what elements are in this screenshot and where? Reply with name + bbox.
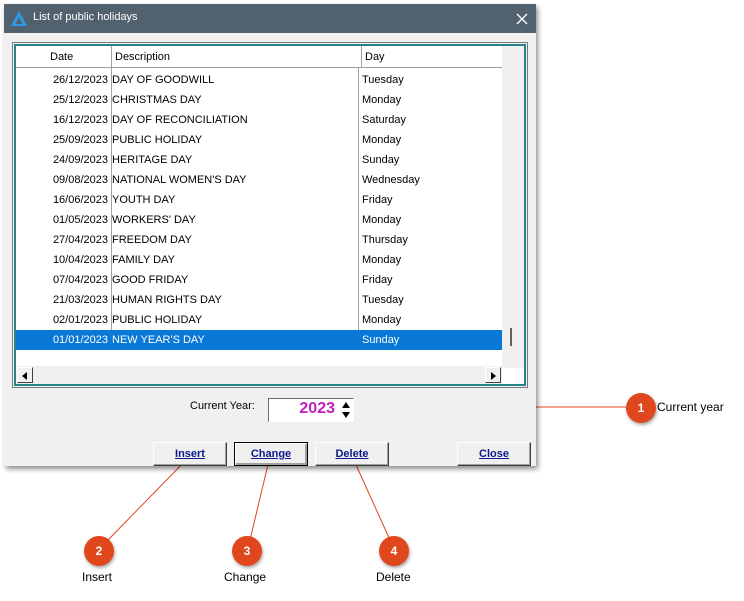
scroll-thumb[interactable] [510, 328, 512, 346]
callout-badge: 1 [626, 393, 656, 423]
cell-date: 25/12/2023 [52, 94, 108, 106]
cell-date: 26/12/2023 [52, 74, 108, 86]
cell-date: 25/09/2023 [52, 134, 108, 146]
cell-date: 01/05/2023 [52, 214, 108, 226]
table-row[interactable]: 01/05/2023 WORKERS' DAY Monday [16, 210, 502, 230]
horizontal-scrollbar[interactable] [16, 366, 502, 384]
arrow-right-icon [491, 372, 496, 380]
table-row[interactable]: 16/12/2023 DAY OF RECONCILIATION Saturday [16, 110, 502, 130]
cell-description: NATIONAL WOMEN'S DAY [112, 174, 247, 186]
callout-label: Delete [376, 570, 411, 584]
cell-description: DAY OF RECONCILIATION [112, 114, 248, 126]
cell-description: HERITAGE DAY [112, 154, 193, 166]
cell-date: 10/04/2023 [52, 254, 108, 266]
close-icon[interactable] [515, 12, 529, 26]
table-row[interactable]: 24/09/2023 HERITAGE DAY Sunday [16, 150, 502, 170]
cell-date: 21/03/2023 [52, 294, 108, 306]
current-year-label: Current Year: [190, 400, 255, 412]
cell-date: 24/09/2023 [52, 154, 108, 166]
callout-label: Insert [82, 570, 113, 584]
arrow-left-icon [22, 372, 27, 380]
cell-description: DAY OF GOODWILL [112, 74, 215, 86]
column-header-date[interactable]: Date [16, 46, 112, 68]
table-row[interactable]: 27/04/2023 FREEDOM DAY Thursday [16, 230, 502, 250]
cell-description: HUMAN RIGHTS DAY [112, 294, 222, 306]
cell-day: Friday [362, 194, 393, 206]
window-title: List of public holidays [33, 11, 138, 23]
cell-day: Monday [362, 314, 402, 326]
table-row[interactable]: 25/09/2023 PUBLIC HOLIDAY Monday [16, 130, 502, 150]
table-row[interactable]: 07/04/2023 GOOD FRIDAY Friday [16, 270, 502, 290]
cell-day: Tuesday [362, 74, 404, 86]
table-row[interactable]: 02/01/2023 PUBLIC HOLIDAY Monday [16, 310, 502, 330]
cell-day: Friday [362, 274, 393, 286]
cell-date: 09/08/2023 [52, 174, 108, 186]
cell-day: Monday [362, 134, 402, 146]
callout-badge: 3 [232, 536, 262, 566]
cell-day: Saturday [362, 114, 407, 126]
cell-date: 27/04/2023 [52, 234, 108, 246]
spin-arrows-icon[interactable] [341, 400, 351, 420]
table-row[interactable]: 25/12/2023 CHRISTMAS DAY Monday [16, 90, 502, 110]
cell-description: GOOD FRIDAY [112, 274, 189, 286]
vertical-scrollbar[interactable] [502, 46, 524, 368]
cell-description: NEW YEAR'S DAY [112, 334, 205, 346]
cell-date: 16/12/2023 [52, 114, 108, 126]
cell-day: Monday [362, 94, 402, 106]
cell-date: 01/01/2023 [52, 334, 108, 346]
table-row[interactable]: 01/01/2023 NEW YEAR'S DAY Sunday [16, 330, 502, 350]
cell-description: WORKERS' DAY [112, 214, 196, 226]
callout-badge: 2 [84, 536, 114, 566]
change-button[interactable]: Change [234, 442, 308, 466]
table-row[interactable]: 26/12/2023 DAY OF GOODWILL Tuesday [16, 70, 502, 90]
close-button[interactable]: Close [457, 442, 531, 466]
holidays-dialog: List of public holidays Date Description… [4, 4, 536, 466]
table-row[interactable]: 09/08/2023 NATIONAL WOMEN'S DAY Wednesday [16, 170, 502, 190]
cell-day: Tuesday [362, 294, 404, 306]
cell-description: YOUTH DAY [112, 194, 176, 206]
column-header-day[interactable]: Day [362, 46, 502, 68]
current-year-value[interactable]: 2023 [273, 400, 335, 418]
holiday-list[interactable]: Date Description Day 26/12/2023 DAY OF GO… [14, 44, 526, 386]
callout-label: Current year [657, 400, 724, 414]
app-triangle-icon [11, 11, 27, 26]
table-row[interactable]: 21/03/2023 HUMAN RIGHTS DAY Tuesday [16, 290, 502, 310]
delete-button[interactable]: Delete [315, 442, 389, 466]
cell-day: Monday [362, 214, 402, 226]
cell-day: Monday [362, 254, 402, 266]
cell-description: FAMILY DAY [112, 254, 175, 266]
insert-button[interactable]: Insert [153, 442, 227, 466]
cell-day: Sunday [362, 154, 400, 166]
callout-badge: 4 [379, 536, 409, 566]
cell-description: PUBLIC HOLIDAY [112, 134, 203, 146]
cell-date: 07/04/2023 [52, 274, 108, 286]
cell-day: Wednesday [362, 174, 420, 186]
cell-description: FREEDOM DAY [112, 234, 192, 246]
column-header-description[interactable]: Description [112, 46, 362, 68]
cell-date: 02/01/2023 [52, 314, 108, 326]
title-bar[interactable]: List of public holidays [4, 4, 536, 33]
cell-description: PUBLIC HOLIDAY [112, 314, 203, 326]
current-year-spinner[interactable]: 2023 [268, 398, 354, 422]
cell-description: CHRISTMAS DAY [112, 94, 202, 106]
callout-label: Change [224, 570, 267, 584]
table-row[interactable]: 16/06/2023 YOUTH DAY Friday [16, 190, 502, 210]
cell-date: 16/06/2023 [52, 194, 108, 206]
table-row[interactable]: 10/04/2023 FAMILY DAY Monday [16, 250, 502, 270]
cell-day: Sunday [362, 334, 400, 346]
cell-day: Thursday [362, 234, 408, 246]
holiday-list-frame: Date Description Day 26/12/2023 DAY OF GO… [12, 42, 528, 388]
scroll-left-button[interactable] [17, 367, 33, 383]
scroll-right-button[interactable] [485, 367, 501, 383]
